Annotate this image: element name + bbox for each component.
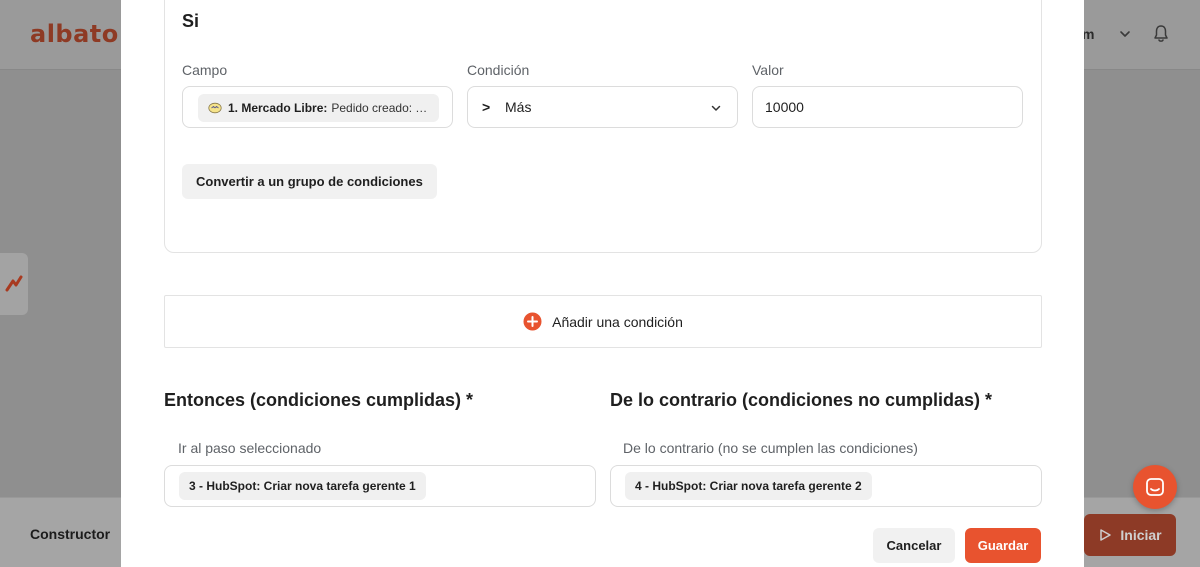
condicion-symbol: > [482, 99, 491, 115]
then-label: Ir al paso seleccionado [178, 440, 322, 456]
valor-label: Valor [752, 62, 784, 78]
albato-logo[interactable]: albato [30, 20, 119, 48]
bell-icon[interactable] [1152, 24, 1170, 44]
trend-icon [5, 275, 23, 292]
start-button-label: Iniciar [1120, 527, 1162, 543]
condicion-label: Condición [467, 62, 530, 78]
add-condition-button[interactable]: Añadir una condición [164, 295, 1042, 348]
then-step-chip[interactable]: 3 - HubSpot: Criar nova tarefa gerente 1 [179, 472, 426, 500]
campo-value: Pedido creado: T... [331, 101, 429, 115]
campo-app: 1. Mercado Libre: [228, 101, 328, 115]
else-step-chip[interactable]: 4 - HubSpot: Criar nova tarefa gerente 2 [625, 472, 872, 500]
play-icon [1100, 529, 1112, 541]
then-step-select[interactable]: 3 - HubSpot: Criar nova tarefa gerente 1 [164, 465, 596, 507]
chevron-down-icon[interactable] [1117, 26, 1133, 42]
condicion-select[interactable]: > Más [467, 86, 738, 128]
valor-input[interactable]: 10000 [752, 86, 1023, 128]
convert-to-group-button[interactable]: Convertir a un grupo de condiciones [182, 164, 437, 199]
then-title: Entonces (condiciones cumplidas) * [164, 390, 474, 410]
condicion-value: Más [505, 99, 532, 115]
mercado-libre-icon [208, 102, 222, 114]
plus-circle-icon [523, 312, 542, 331]
si-title: Si [182, 11, 200, 31]
chat-button[interactable] [1133, 465, 1177, 509]
condition-modal: Si Campo 1. Mercado Libre: Pedido creado… [121, 0, 1084, 567]
footer-title: Constructor [30, 526, 111, 542]
campo-label: Campo [182, 62, 228, 78]
else-step-select[interactable]: 4 - HubSpot: Criar nova tarefa gerente 2 [610, 465, 1042, 507]
campo-chip[interactable]: 1. Mercado Libre: Pedido creado: T... [198, 94, 439, 122]
save-button[interactable]: Guardar [965, 528, 1041, 563]
side-panel-tab[interactable] [0, 253, 28, 315]
valor-value: 10000 [765, 99, 804, 115]
chat-icon [1146, 478, 1164, 496]
add-condition-label: Añadir una condición [552, 313, 683, 330]
campo-field[interactable]: 1. Mercado Libre: Pedido creado: T... [182, 86, 453, 128]
start-button[interactable]: Iniciar [1084, 514, 1176, 556]
cancel-button[interactable]: Cancelar [873, 528, 955, 563]
else-title: De lo contrario (condiciones no cumplida… [610, 390, 993, 410]
chevron-down-icon [711, 105, 721, 111]
else-label: De lo contrario (no se cumplen las condi… [623, 440, 918, 456]
